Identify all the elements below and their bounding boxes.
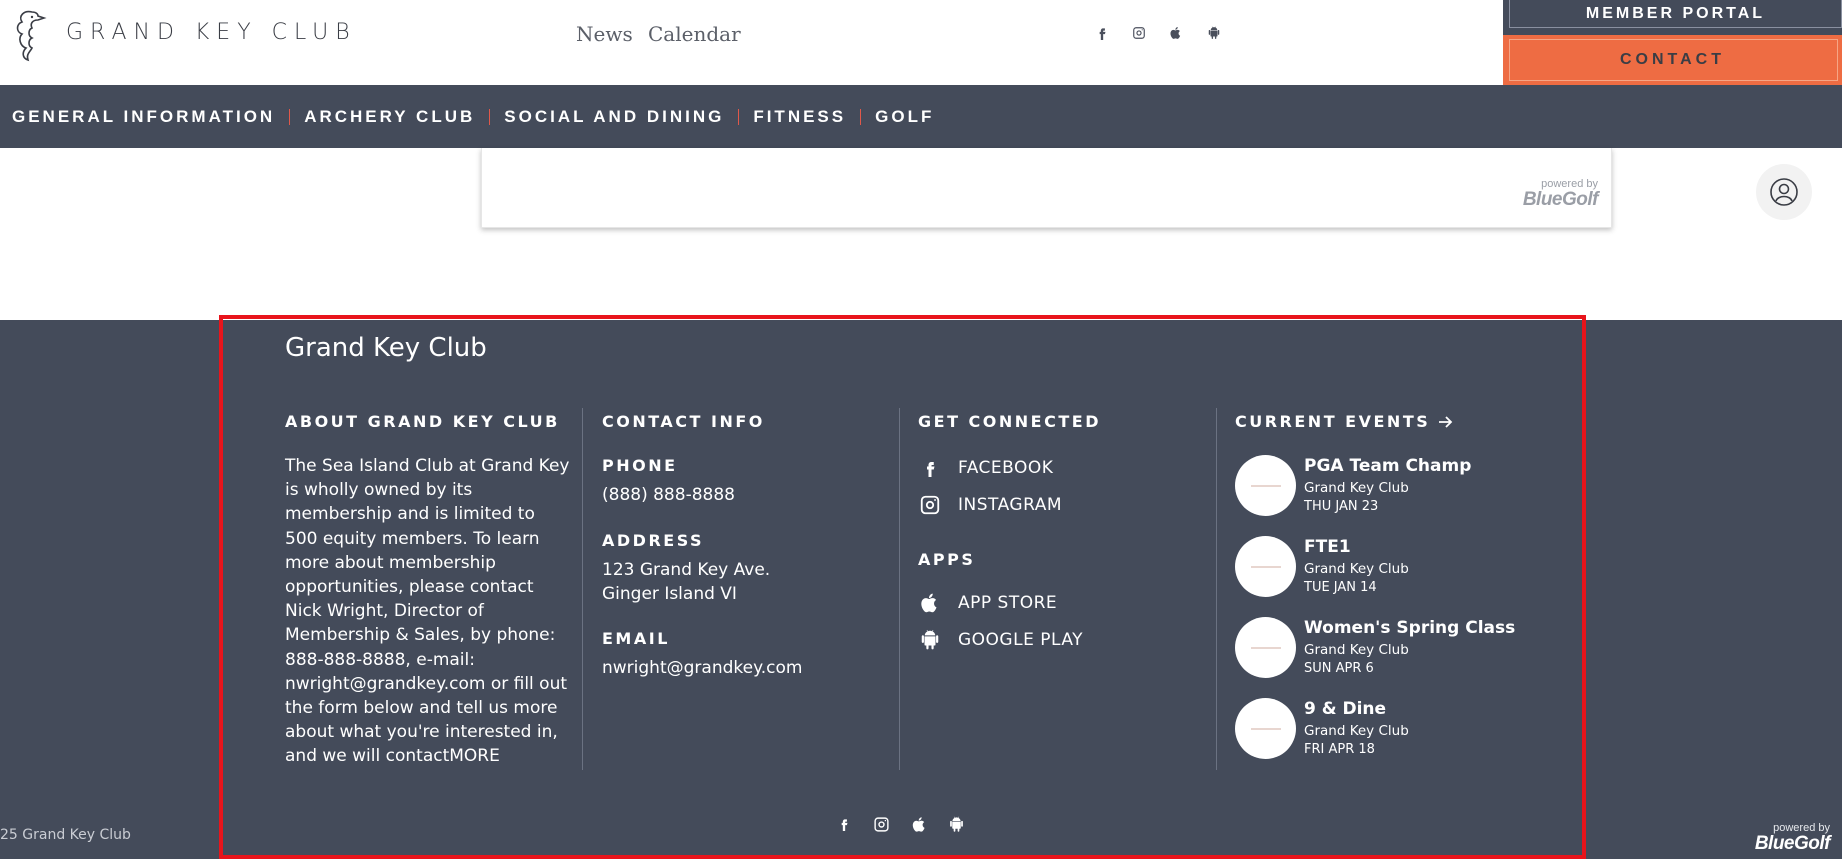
nav-item-archery-club[interactable]: ARCHERY CLUB	[304, 107, 475, 127]
instagram-icon	[918, 493, 942, 517]
android-icon[interactable]	[1206, 25, 1222, 41]
member-portal-button[interactable]: MEMBER PORTAL	[1509, 0, 1842, 28]
apple-icon	[918, 591, 942, 615]
about-heading: ABOUT GRAND KEY CLUB	[285, 412, 560, 431]
bluegolf-badge[interactable]: powered by BlueGolf	[1522, 179, 1599, 210]
arrow-right-icon	[1439, 415, 1453, 428]
user-icon	[1770, 178, 1798, 206]
apple-icon[interactable]	[910, 814, 928, 834]
event-organizer: Grand Key Club	[1304, 642, 1409, 658]
footer-bluegolf-badge[interactable]: powered by BlueGolf	[1738, 823, 1831, 854]
facebook-icon	[918, 456, 942, 480]
contact-button[interactable]: CONTACT	[1503, 35, 1842, 85]
instagram-icon[interactable]	[872, 814, 890, 834]
contact-button-label: CONTACT	[1619, 51, 1726, 68]
event-item[interactable]: Women's Spring Class Grand Key Club SUN …	[1235, 617, 1535, 679]
event-name: FTE1	[1304, 537, 1351, 557]
current-events-link[interactable]: CURRENT EVENTS	[1235, 412, 1454, 431]
event-name: Women's Spring Class	[1304, 618, 1516, 638]
event-name: PGA Team Champ	[1304, 456, 1472, 476]
column-divider	[1216, 408, 1217, 770]
contact-info-heading: CONTACT INFO	[602, 412, 765, 431]
event-thumbnail	[1235, 617, 1296, 678]
event-date: SUN APR 6	[1304, 661, 1374, 676]
nav-separator	[860, 108, 862, 125]
seahorse-logo-icon[interactable]	[10, 8, 48, 62]
event-thumbnail	[1235, 455, 1296, 516]
event-date: THU JAN 23	[1304, 499, 1379, 514]
google-play-link[interactable]: GOOGLE PLAY	[918, 626, 1083, 654]
facebook-link[interactable]: FACEBOOK	[918, 454, 1053, 482]
phone-value[interactable]: (888) 888-8888	[602, 483, 735, 507]
apps-heading: APPS	[918, 550, 976, 569]
bluegolf-logo: BlueGolf	[1754, 833, 1831, 854]
instagram-link[interactable]: INSTAGRAM	[918, 491, 1062, 519]
phone-label: PHONE	[602, 456, 678, 475]
nav-item-fitness[interactable]: FITNESS	[753, 107, 846, 127]
about-more-link[interactable]: MORE	[449, 746, 500, 766]
event-thumbnail	[1235, 698, 1296, 759]
nav-separator	[489, 108, 491, 125]
event-item[interactable]: PGA Team Champ Grand Key Club THU JAN 23	[1235, 455, 1535, 517]
nav-item-general-information[interactable]: GENERAL INFORMATION	[12, 107, 275, 127]
android-icon	[918, 628, 942, 652]
about-text: The Sea Island Club at Grand Key is whol…	[285, 454, 570, 769]
main-nav: GENERAL INFORMATION ARCHERY CLUB SOCIAL …	[0, 85, 1842, 148]
android-icon[interactable]	[947, 814, 965, 834]
calendar-link[interactable]: Calendar	[648, 22, 741, 46]
email-link[interactable]: nwright@grandkey.com	[602, 656, 802, 680]
address-line-1: 123 Grand Key Ave.	[602, 560, 771, 580]
event-name: 9 & Dine	[1304, 699, 1387, 719]
copyright-text: 25 Grand Key Club	[0, 827, 131, 843]
event-organizer: Grand Key Club	[1304, 480, 1409, 496]
app-store-link[interactable]: APP STORE	[918, 589, 1057, 617]
bluegolf-logo: BlueGolf	[1522, 189, 1599, 210]
news-link[interactable]: News	[576, 22, 633, 46]
facebook-icon[interactable]	[1094, 25, 1110, 41]
address-label: ADDRESS	[602, 531, 705, 550]
instagram-label: INSTAGRAM	[958, 495, 1063, 515]
footer-title: Grand Key Club	[285, 333, 487, 363]
instagram-icon[interactable]	[1131, 25, 1147, 41]
app-store-label: APP STORE	[958, 593, 1058, 613]
address-line-2: Ginger Island VI	[602, 584, 737, 604]
event-date: TUE JAN 14	[1304, 580, 1377, 595]
event-organizer: Grand Key Club	[1304, 723, 1409, 739]
event-thumbnail	[1235, 536, 1296, 597]
column-divider	[582, 408, 583, 770]
event-item[interactable]: 9 & Dine Grand Key Club FRI APR 18	[1235, 698, 1535, 760]
current-events-heading: CURRENT EVENTS	[1235, 412, 1431, 431]
nav-separator	[738, 108, 740, 125]
event-date: FRI APR 18	[1304, 742, 1375, 757]
main-nav-list: GENERAL INFORMATION ARCHERY CLUB SOCIAL …	[12, 85, 934, 148]
nav-item-golf[interactable]: GOLF	[875, 107, 934, 127]
column-divider	[899, 408, 900, 770]
content-card: powered by BlueGolf	[481, 148, 1612, 228]
about-body: The Sea Island Club at Grand Key is whol…	[285, 456, 570, 767]
facebook-icon[interactable]	[835, 814, 853, 834]
email-label: EMAIL	[602, 629, 670, 648]
page: GRAND KEY CLUB News Calendar MEMBER PORT…	[0, 0, 1842, 859]
event-item[interactable]: FTE1 Grand Key Club TUE JAN 14	[1235, 536, 1535, 598]
event-organizer: Grand Key Club	[1304, 561, 1409, 577]
account-button[interactable]	[1756, 164, 1812, 220]
logo-text[interactable]: GRAND KEY CLUB	[66, 20, 357, 45]
get-connected-heading: GET CONNECTED	[918, 412, 1101, 431]
apple-icon[interactable]	[1168, 25, 1184, 41]
facebook-label: FACEBOOK	[958, 458, 1054, 478]
google-play-label: GOOGLE PLAY	[958, 630, 1084, 650]
site-header: GRAND KEY CLUB News Calendar MEMBER PORT…	[0, 0, 1842, 85]
nav-separator	[289, 108, 291, 125]
nav-item-social-and-dining[interactable]: SOCIAL AND DINING	[504, 107, 724, 127]
